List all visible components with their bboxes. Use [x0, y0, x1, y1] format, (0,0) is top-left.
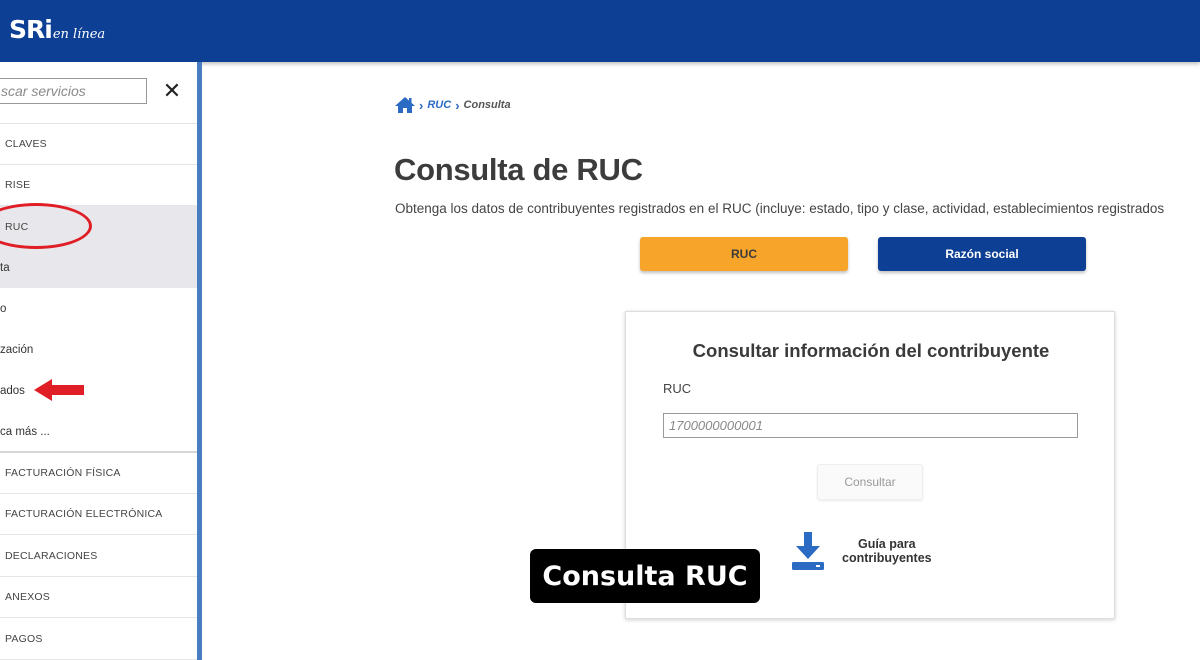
sidebar-item-label: RISE — [5, 179, 31, 191]
search-box — [0, 78, 147, 104]
sidebar-item-declaraciones[interactable]: DECLARACIONES — [0, 536, 197, 577]
page-description: Obtenga los datos de contribuyentes regi… — [395, 201, 1165, 216]
consultar-button[interactable]: Consultar — [817, 464, 923, 500]
guide-link[interactable]: Guía para contribuyentes — [790, 530, 932, 572]
ruc-field-box — [663, 413, 1078, 438]
sidebar-subitem-certificados[interactable]: ados — [0, 370, 197, 411]
sidebar-item-claves[interactable]: CLAVES — [0, 124, 197, 165]
guide-text-line1: Guía para — [857, 537, 916, 551]
tab-ruc[interactable]: RUC — [640, 237, 848, 271]
sri-logo[interactable]: SRi en línea — [9, 15, 105, 44]
tab-label: RUC — [731, 247, 757, 261]
sidebar-item-facturacion-fisica[interactable]: FACTURACIÓN FÍSICA — [0, 453, 197, 494]
sidebar-search-row: ✕ — [0, 62, 197, 124]
guide-text: Guía para contribuyentes — [842, 537, 932, 565]
sidebar-subitem-label: zación — [0, 343, 34, 356]
sidebar-item-label: ANEXOS — [5, 591, 50, 603]
breadcrumb-link-ruc[interactable]: RUC — [427, 99, 451, 111]
chevron-right-icon: › — [419, 97, 424, 113]
tab-label: Razón social — [945, 247, 1019, 261]
sidebar: ✕ CLAVES RISE RUC ta o zación ados ca má… — [0, 62, 202, 660]
card-title: Consultar información del contribuyente — [692, 340, 1050, 361]
sidebar-item-facturacion-electronica[interactable]: FACTURACIÓN ELECTRÓNICA — [0, 494, 197, 535]
sidebar-subitem-mas[interactable]: ca más ... — [0, 411, 197, 452]
home-icon[interactable] — [395, 96, 415, 114]
logo-sub-text: en línea — [52, 27, 106, 42]
search-input[interactable] — [0, 79, 146, 103]
breadcrumb: › RUC › Consulta — [395, 96, 511, 114]
sidebar-subitem-label: ca más ... — [0, 425, 50, 438]
sidebar-item-label: FACTURACIÓN ELECTRÓNICA — [5, 508, 163, 520]
sidebar-subitem-consulta[interactable]: ta — [0, 247, 197, 288]
red-arrow-icon — [34, 379, 84, 401]
ruc-field-label: RUC — [663, 381, 692, 396]
sidebar-item-label: DECLARACIONES — [5, 550, 98, 562]
guide-text-line2: contribuyentes — [842, 551, 932, 565]
close-icon[interactable]: ✕ — [160, 79, 184, 103]
breadcrumb-current: Consulta — [463, 99, 511, 111]
tab-razon-social[interactable]: Razón social — [878, 237, 1086, 271]
sidebar-subitem-label: ados — [0, 384, 25, 397]
logo-main-text: SRi — [9, 15, 53, 44]
sidebar-item-label: PAGOS — [5, 633, 43, 645]
chevron-right-icon: › — [455, 97, 460, 113]
download-icon — [792, 532, 824, 570]
sidebar-item-label: CLAVES — [5, 138, 47, 150]
overlay-caption: Consulta RUC — [530, 549, 760, 603]
ruc-input[interactable] — [664, 414, 1077, 437]
sidebar-subitem-actualizacion[interactable]: zación — [0, 329, 197, 370]
sidebar-subitem-label: o — [0, 302, 7, 315]
sidebar-subitem-label: ta — [0, 261, 10, 274]
sidebar-subitem-registro[interactable]: o — [0, 288, 197, 329]
page-title: Consulta de RUC — [394, 152, 643, 187]
sidebar-item-anexos[interactable]: ANEXOS — [0, 577, 197, 618]
top-bar: SRi en línea — [0, 0, 1200, 62]
sidebar-item-pagos[interactable]: PAGOS — [0, 619, 197, 660]
consultar-button-label: Consultar — [844, 475, 896, 489]
sidebar-item-rise[interactable]: RISE — [0, 165, 197, 206]
sidebar-item-label: FACTURACIÓN FÍSICA — [5, 467, 121, 479]
